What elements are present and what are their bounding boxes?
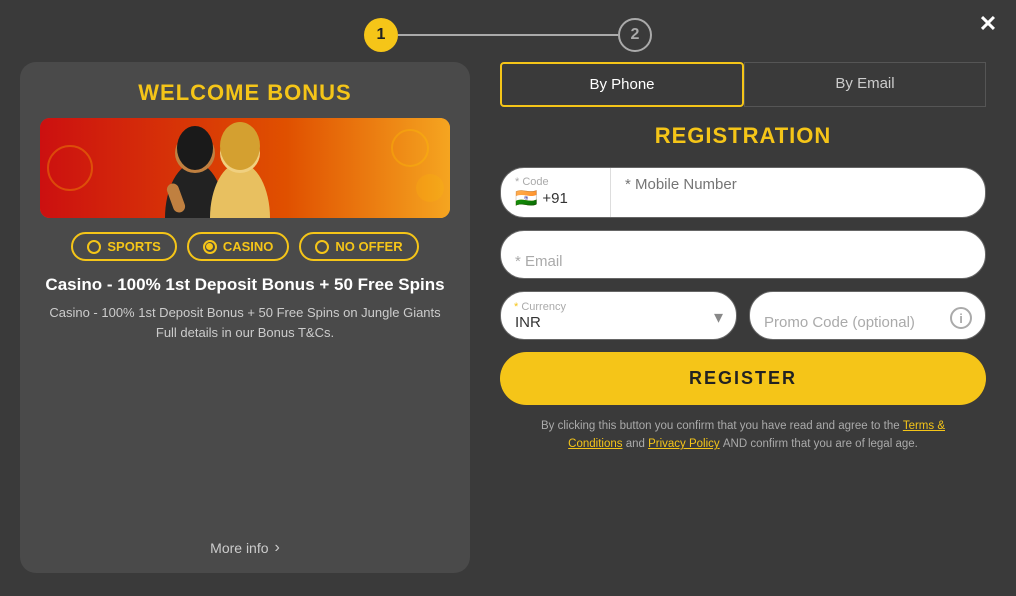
country-code-section[interactable]: * Code 🇮🇳 +91 [501,168,611,217]
mobile-number-section [611,168,985,217]
promo-code-input[interactable] [749,291,986,340]
currency-group: * Currency INR USD EUR ▾ [500,291,737,340]
terms-link[interactable]: Terms & Conditions [568,420,945,450]
phone-code-value: +91 [542,190,567,207]
register-button[interactable]: REGISTER [500,352,986,405]
bonus-title: Casino - 100% 1st Deposit Bonus + 50 Fre… [45,275,444,295]
phone-input-row: * Code 🇮🇳 +91 [500,167,986,218]
tab-by-email[interactable]: By Email [744,62,986,107]
step-line [398,34,618,36]
email-group [500,230,986,279]
right-panel: By Phone By Email REGISTRATION * Code 🇮🇳… [490,62,996,573]
tab-sports[interactable]: SPORTS [71,232,176,261]
close-button[interactable]: ✕ [972,8,1004,40]
tab-casino[interactable]: CASINO [187,232,290,261]
bonus-description: Casino - 100% 1st Deposit Bonus + 50 Fre… [49,303,440,342]
step-1-circle[interactable]: 1 [364,18,398,52]
code-label: * Code [515,176,596,188]
step-indicator: 1 2 [0,0,1016,62]
promo-group: i [749,291,986,340]
tab-no-offer[interactable]: NO OFFER [299,232,418,261]
email-row [500,230,986,279]
mobile-number-input[interactable] [625,176,971,193]
registration-tabs: By Phone By Email [500,62,986,107]
privacy-link[interactable]: Privacy Policy [648,438,720,450]
offer-tabs: SPORTS CASINO NO OFFER [71,232,418,261]
left-panel: WELCOME BONUS [20,62,470,573]
more-info-link[interactable]: More info › [210,539,280,557]
more-info-arrow-icon: › [275,539,280,557]
welcome-bonus-title: WELCOME BONUS [138,80,351,106]
terms-text: By clicking this button you confirm that… [500,417,986,454]
currency-select[interactable]: INR USD EUR [500,291,737,340]
tab-by-phone[interactable]: By Phone [500,62,744,107]
bonus-banner [40,118,450,218]
currency-promo-row: * Currency INR USD EUR ▾ i [500,291,986,340]
flag-icon: 🇮🇳 [515,188,537,209]
registration-title: REGISTRATION [500,123,986,149]
step-2-circle[interactable]: 2 [618,18,652,52]
email-input[interactable] [500,230,986,279]
